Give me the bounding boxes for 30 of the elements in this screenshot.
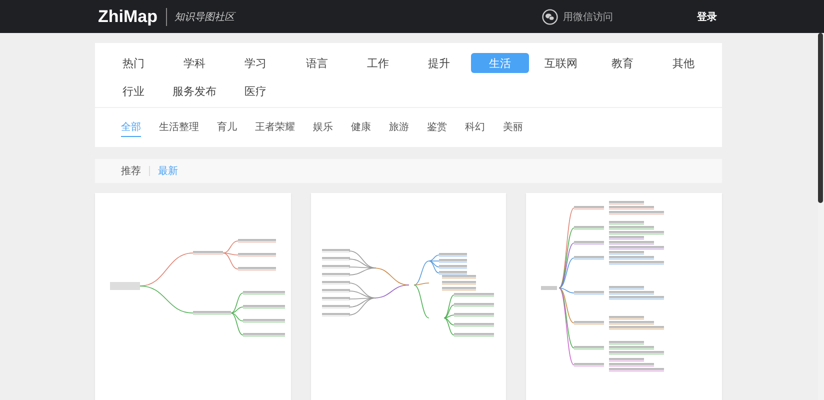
subcategory-tab[interactable]: 旅游	[389, 120, 409, 137]
tagline: 知识导图社区	[174, 10, 234, 24]
card[interactable]	[526, 193, 722, 400]
sort-tab[interactable]: 推荐	[121, 164, 141, 178]
card[interactable]	[310, 193, 506, 400]
category-tab[interactable]: 其他	[654, 53, 712, 73]
category-tab[interactable]: 热门	[104, 53, 163, 73]
subcategory-tab[interactable]: 娱乐	[313, 120, 333, 137]
subcategory-tab[interactable]: 生活整理	[159, 120, 199, 137]
logo[interactable]: ZhiMap	[98, 6, 158, 26]
card[interactable]	[95, 193, 291, 400]
wechat-icon	[542, 8, 558, 24]
category-tab[interactable]: 行业	[104, 81, 163, 101]
subcategory-tab[interactable]: 王者荣耀	[255, 120, 295, 137]
category-tab[interactable]: 工作	[348, 53, 407, 73]
login-link[interactable]: 登录	[697, 10, 717, 24]
subcategory-tab[interactable]: 科幻	[465, 120, 485, 137]
category-tab[interactable]: 教育	[593, 53, 652, 73]
wechat-login-link[interactable]: 用微信访问	[542, 8, 613, 24]
category-tab[interactable]: 学习	[226, 53, 285, 73]
category-tab[interactable]: 互联网	[532, 53, 590, 73]
category-tab[interactable]: 医疗	[226, 81, 285, 101]
category-tab[interactable]: 语言	[288, 53, 346, 73]
category-tab[interactable]: 学科	[166, 53, 224, 73]
category-tab[interactable]: 服务发布	[166, 81, 224, 101]
category-tab[interactable]: 提升	[410, 53, 468, 73]
subcategory-tab[interactable]: 鉴赏	[427, 120, 447, 137]
subcategory-tab[interactable]: 美丽	[503, 120, 523, 137]
subcategory-tab[interactable]: 健康	[351, 120, 371, 137]
subcategory-tab[interactable]: 育儿	[217, 120, 237, 137]
